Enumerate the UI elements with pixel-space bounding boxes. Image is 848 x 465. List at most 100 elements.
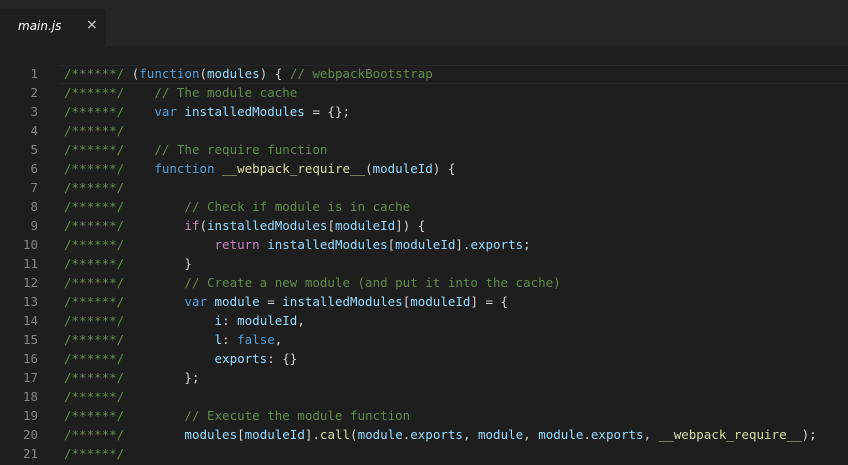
code-line[interactable]: 14 /******/ i: moduleId,	[0, 311, 848, 330]
line-number: 19	[22, 408, 38, 423]
code-token: /******/	[64, 104, 132, 119]
code-line[interactable]: 4 /******/	[0, 121, 848, 140]
code-line[interactable]: 13 /******/ var module = installedModules…	[0, 292, 848, 311]
code-token: modules	[184, 427, 238, 442]
code-text: /******/ i: moduleId,	[64, 311, 305, 330]
line-number: 14	[22, 313, 38, 328]
code-text: /******/ function __webpack_require__(mo…	[64, 159, 455, 178]
code-token: /******/	[64, 313, 132, 328]
code-line[interactable]: 21 /******/	[0, 444, 848, 463]
code-token: moduleId	[372, 161, 433, 176]
code-token: (	[199, 66, 208, 81]
line-number: 6	[30, 161, 38, 176]
tab-main-js[interactable]: main.js ×	[0, 9, 106, 46]
code-token: /******/	[64, 332, 132, 347]
code-text: /******/	[64, 121, 124, 140]
code-token: = {};	[304, 104, 350, 119]
code-text: /******/	[64, 444, 124, 463]
code-token: moduleId	[395, 237, 456, 252]
code-token: false	[237, 332, 275, 347]
code-token: /******/	[64, 180, 125, 195]
code-token: module	[478, 427, 524, 442]
code-text: /******/ // Create a new module (and put…	[64, 273, 561, 292]
code-token: function	[139, 66, 200, 81]
line-number: 15	[22, 332, 38, 347]
code-editor[interactable]: 1/******/ (function(modules) { // webpac…	[0, 46, 848, 465]
code-line[interactable]: 20/******/ modules[moduleId].call(module…	[0, 425, 848, 444]
line-number: 4	[30, 123, 38, 138]
code-token: exports	[590, 427, 644, 442]
code-token: ] = {	[470, 294, 509, 309]
code-line[interactable]: 10 /******/ return installedModules[modul…	[0, 235, 848, 254]
code-token: ].	[455, 237, 471, 252]
code-token: [	[237, 427, 245, 442]
line-number: 9	[30, 218, 38, 233]
code-line[interactable]: 16 /******/ exports: {}	[0, 349, 848, 368]
code-line[interactable]: 2 /******/ // The module cache	[0, 83, 848, 102]
code-line[interactable]: 15 /******/ l: false,	[0, 330, 848, 349]
code-token: // Execute the module function	[184, 408, 411, 423]
code-line[interactable]: 1 /******/ (function(modules) { // webpac…	[0, 64, 848, 83]
code-line[interactable]: 5 /******/ // The require function	[0, 140, 848, 159]
code-line[interactable]: 7 /******/	[0, 178, 848, 197]
code-token: moduleId	[410, 294, 471, 309]
line-number: 7	[30, 180, 38, 195]
code-text: /******/ }	[64, 254, 192, 273]
code-line[interactable]: 8 /******/ // Check if module is in cache	[0, 197, 848, 216]
code-token: .	[583, 427, 591, 442]
code-line[interactable]: 18 /******/	[0, 387, 848, 406]
line-number: 17	[22, 370, 38, 385]
code-line[interactable]: 6 /******/ function __webpack_require__(m…	[0, 159, 848, 178]
code-text: /******/ var installedModules = {};	[64, 102, 350, 121]
code-token: }	[131, 256, 192, 271]
code-token: ,	[523, 427, 539, 442]
line-number: 3	[30, 104, 38, 119]
code-token: function	[154, 161, 215, 176]
code-token: ) {	[259, 66, 290, 81]
code-token: installedModules	[267, 237, 388, 252]
code-text: /******/ l: false,	[64, 330, 282, 349]
tab-bar: main.js ×	[0, 0, 848, 46]
code-token: i	[214, 313, 223, 328]
close-icon[interactable]: ×	[86, 17, 98, 33]
line-number: 2	[30, 85, 38, 100]
code-line[interactable]: 9 /******/ if(installedModules[moduleId])…	[0, 216, 848, 235]
code-token: /******/	[64, 294, 132, 309]
code-line[interactable]: 12 /******/ // Create a new module (and p…	[0, 273, 848, 292]
code-line[interactable]: 11 /******/ }	[0, 254, 848, 273]
code-token: [	[327, 218, 335, 233]
code-token: // The require function	[154, 142, 328, 157]
code-token: /******/	[64, 370, 132, 385]
code-token: installedModules	[282, 294, 403, 309]
line-number: 5	[30, 142, 38, 157]
code-text: /******/	[64, 387, 124, 406]
code-token: exports	[470, 237, 524, 252]
code-line[interactable]: 17 /******/ };	[0, 368, 848, 387]
code-token: module	[214, 294, 260, 309]
code-token: /******/	[64, 256, 132, 271]
code-token: :	[222, 332, 238, 347]
code-text: /******/ var module = installedModules[m…	[64, 292, 508, 311]
code-token: );	[801, 427, 817, 442]
code-token: ,	[462, 427, 478, 442]
code-token: /******/	[64, 85, 132, 100]
code-line[interactable]: 19 /******/ // Execute the module functio…	[0, 406, 848, 425]
code-token: };	[131, 370, 200, 385]
code-token: (	[365, 161, 373, 176]
code-line[interactable]: 3 /******/ var installedModules = {};	[0, 102, 848, 121]
code-token: moduleId	[237, 313, 298, 328]
code-token: :	[222, 313, 238, 328]
code-text: /******/ if(installedModules[moduleId]) …	[64, 216, 425, 235]
code-token: var	[184, 294, 207, 309]
code-text: /******/ return installedModules[moduleI…	[64, 235, 531, 254]
code-token: modules	[207, 66, 260, 81]
code-token: /******/	[64, 161, 132, 176]
